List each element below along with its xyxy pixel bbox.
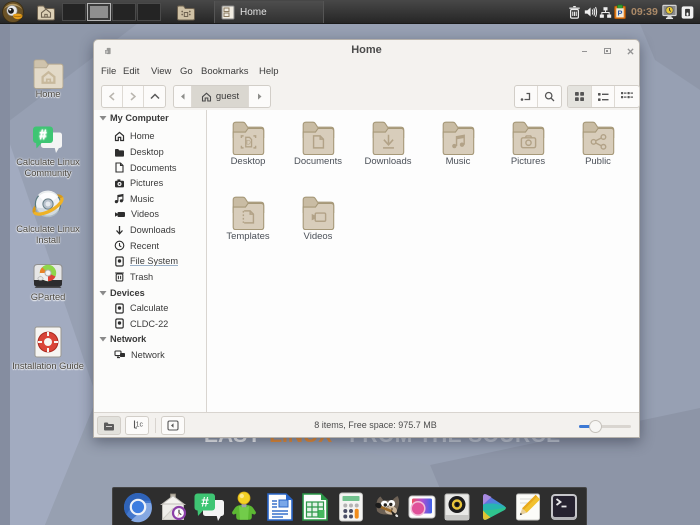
svg-text:P: P [618,9,623,18]
svg-text:D: D [246,140,251,147]
svg-text:#: # [39,127,47,142]
svg-text:#: # [201,493,209,509]
